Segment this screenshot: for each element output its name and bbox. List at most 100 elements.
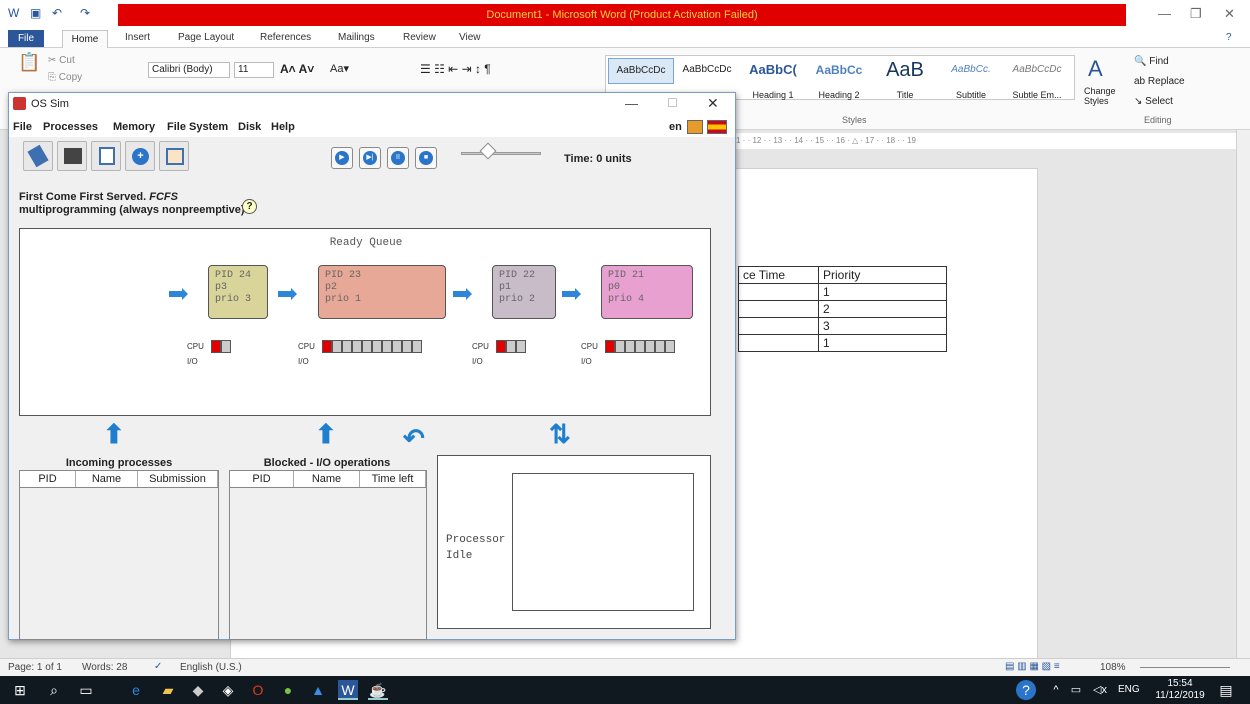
menu-file-system[interactable]: File System: [167, 121, 228, 133]
find-button[interactable]: 🔍 Find: [1134, 56, 1169, 67]
zoom-level[interactable]: 108%: [1100, 662, 1126, 673]
process-card-21[interactable]: PID 21 p0 prio 4: [601, 265, 693, 319]
zoom-slider[interactable]: [1140, 667, 1230, 668]
tab-view[interactable]: View: [459, 32, 481, 43]
opera-icon[interactable]: O: [248, 680, 268, 700]
app-icon[interactable]: ◈: [218, 680, 238, 700]
word-count[interactable]: Words: 28: [82, 662, 127, 673]
table-tool-icon[interactable]: [159, 141, 189, 171]
redo-icon[interactable]: ↷: [80, 6, 90, 20]
table-cell[interactable]: [738, 317, 819, 335]
add-tool-icon[interactable]: +: [125, 141, 155, 171]
tab-home[interactable]: Home: [62, 30, 108, 49]
menu-help[interactable]: Help: [271, 121, 295, 133]
table-cell[interactable]: [738, 334, 819, 352]
table-cell[interactable]: 2: [818, 300, 947, 318]
table-cell[interactable]: Priority: [818, 266, 947, 284]
column-header[interactable]: Name: [76, 471, 138, 487]
eraser-tool-icon[interactable]: [23, 141, 53, 171]
style-heading-1[interactable]: AaBbC(Heading 1: [740, 58, 806, 100]
step-button[interactable]: ▶|: [359, 147, 381, 169]
list-icon[interactable]: ☰ ☷ ⇤ ⇥ ↕ ¶: [420, 62, 491, 76]
app-icon[interactable]: ◆: [188, 680, 208, 700]
table-cell[interactable]: [738, 300, 819, 318]
search-icon[interactable]: ⌕: [44, 680, 64, 700]
ossim-minimize-icon[interactable]: —: [625, 96, 638, 111]
table-cell[interactable]: 1: [818, 334, 947, 352]
select-button[interactable]: ↘ Select: [1134, 96, 1173, 107]
change-case-icon[interactable]: Aa▾: [330, 62, 349, 75]
style-no-spacing[interactable]: AaBbCcDc: [674, 58, 740, 82]
app-icon[interactable]: ●: [278, 680, 298, 700]
tab-insert[interactable]: Insert: [125, 32, 150, 43]
change-styles-button[interactable]: Change Styles: [1084, 86, 1116, 106]
table-cell[interactable]: 1: [818, 283, 947, 301]
copy-button[interactable]: ⎘ Copy: [48, 72, 82, 83]
app-icon[interactable]: ▲: [308, 680, 328, 700]
replace-button[interactable]: ab Replace: [1134, 76, 1185, 87]
clock-date[interactable]: 11/12/2019: [1150, 690, 1210, 701]
font-name-select[interactable]: Calibri (Body): [148, 62, 230, 78]
column-header[interactable]: Time left: [360, 471, 426, 487]
blocked-io-table[interactable]: PID Name Time left: [229, 470, 427, 640]
notifications-icon[interactable]: ▤: [1216, 680, 1236, 700]
algorithm-help-icon[interactable]: ?: [242, 199, 257, 214]
language-status[interactable]: English (U.S.): [180, 662, 242, 673]
input-language[interactable]: ENG: [1118, 684, 1140, 695]
process-card-23[interactable]: PID 23 p2 prio 1: [318, 265, 446, 319]
speed-slider[interactable]: [461, 152, 541, 155]
tab-references[interactable]: References: [260, 32, 311, 43]
process-tool-icon[interactable]: [91, 141, 121, 171]
menu-processes[interactable]: Processes: [43, 121, 98, 133]
paste-icon[interactable]: 📋: [18, 52, 40, 73]
network-icon[interactable]: ▭: [1066, 680, 1086, 700]
column-header[interactable]: Name: [294, 471, 360, 487]
style-subtitle[interactable]: AaBbCc. Subtitle: [938, 58, 1004, 100]
tab-file[interactable]: File: [8, 30, 44, 47]
cut-button[interactable]: ✂ Cut: [48, 55, 75, 66]
column-header[interactable]: Submission: [138, 471, 218, 487]
style-subtle-emphasis[interactable]: AaBbCcDc Subtle Em...: [1004, 58, 1070, 100]
menu-disk[interactable]: Disk: [238, 121, 261, 133]
stop-button[interactable]: ■: [415, 147, 437, 169]
column-header[interactable]: PID: [20, 471, 76, 487]
grow-font-icon[interactable]: A˄ A˅: [280, 62, 314, 76]
close-icon[interactable]: ✕: [1224, 6, 1235, 22]
pause-button[interactable]: II: [387, 147, 409, 169]
windows-start-icon[interactable]: ⊞: [10, 680, 30, 700]
table-cell[interactable]: 3: [818, 317, 947, 335]
volume-icon[interactable]: ◁x: [1090, 680, 1110, 700]
minimize-icon[interactable]: —: [1158, 6, 1171, 21]
menu-file[interactable]: File: [13, 121, 32, 133]
ossim-maximize-icon[interactable]: ☐: [667, 96, 678, 110]
view-icons[interactable]: ▤ ▥ ▦ ▧ ≡: [1005, 661, 1060, 672]
process-card-24[interactable]: PID 24 p3 prio 3: [208, 265, 268, 319]
process-card-22[interactable]: PID 22 p1 prio 2: [492, 265, 556, 319]
flag-es-icon[interactable]: [707, 120, 727, 134]
maximize-icon[interactable]: ❐: [1190, 6, 1202, 22]
tab-page-layout[interactable]: Page Layout: [178, 32, 234, 43]
speed-slider-thumb[interactable]: [479, 142, 497, 160]
ossim-close-icon[interactable]: ✕: [707, 95, 719, 112]
tab-review[interactable]: Review: [403, 32, 436, 43]
column-header[interactable]: PID: [230, 471, 294, 487]
incoming-processes-table[interactable]: PID Name Submission: [19, 470, 219, 640]
style-title[interactable]: AaB Title: [872, 58, 938, 100]
tab-mailings[interactable]: Mailings: [338, 32, 375, 43]
clock-time[interactable]: 15:54: [1158, 678, 1202, 689]
save-icon[interactable]: ▣: [30, 6, 41, 20]
font-size-select[interactable]: 11: [234, 62, 274, 78]
menu-memory[interactable]: Memory: [113, 121, 155, 133]
edit-tool-icon[interactable]: [57, 141, 87, 171]
edge-icon[interactable]: e: [126, 680, 146, 700]
word-taskbar-icon[interactable]: W: [338, 680, 358, 700]
proofing-icon[interactable]: ✓: [154, 661, 162, 672]
help-icon[interactable]: ?: [1226, 32, 1232, 43]
table-cell[interactable]: ce Time: [738, 266, 819, 284]
page-count[interactable]: Page: 1 of 1: [8, 662, 62, 673]
change-styles-icon[interactable]: A: [1088, 56, 1103, 82]
file-explorer-icon[interactable]: ▰: [158, 680, 178, 700]
flag-en-icon[interactable]: [687, 120, 703, 134]
undo-icon[interactable]: ↶: [52, 6, 62, 20]
task-view-icon[interactable]: ▭: [76, 680, 96, 700]
